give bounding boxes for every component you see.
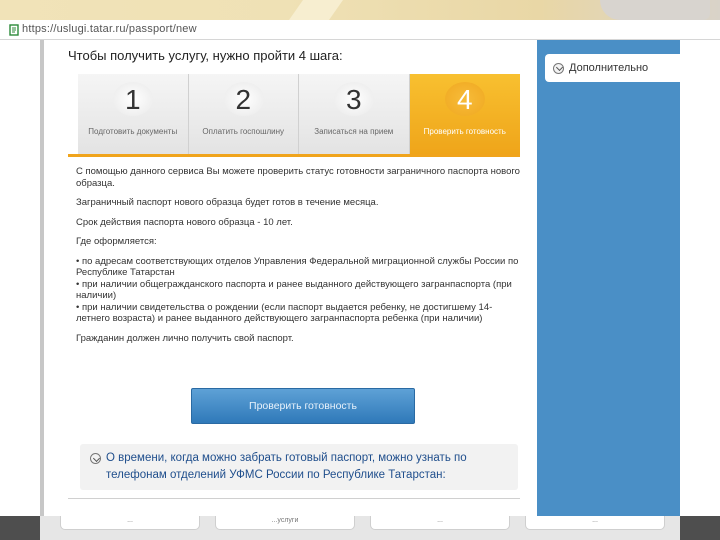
step-number: 4 — [456, 84, 473, 115]
service-description: С помощью данного сервиса Вы можете пров… — [76, 166, 522, 352]
readiness-text: Заграничный паспорт нового образца будет… — [76, 197, 379, 208]
step-number: 2 — [235, 84, 252, 115]
info-panel[interactable]: О времени, когда можно забрать готовый п… — [80, 444, 518, 490]
chevron-down-icon[interactable] — [90, 453, 101, 464]
step-label: Оплатить госпошлину — [202, 127, 285, 136]
step-4-active[interactable]: 4 Проверить готовность — [409, 74, 520, 154]
slide-decoration-right — [600, 0, 710, 20]
web-page: Чтобы получить услугу, нужно пройти 4 ша… — [40, 40, 695, 516]
address-url[interactable]: https://uslugi.tatar.ru/passport/new — [22, 23, 197, 35]
validity-text: Срок действия паспорта нового образца - … — [76, 216, 293, 228]
more-options-label: Дополнительно — [569, 62, 649, 74]
info-panel-text[interactable]: О времени, когда можно забрать готовый п… — [106, 450, 514, 484]
bottom-card[interactable]: ... — [370, 516, 510, 530]
bottom-card[interactable]: ... — [525, 516, 665, 530]
active-step-underline — [68, 154, 520, 157]
check-status-button[interactable]: Проверить готовность — [191, 388, 415, 424]
step-number: 1 — [124, 84, 141, 115]
step-1[interactable]: 1 Подготовить документы — [78, 74, 189, 154]
right-sidebar: Дополнительно — [537, 40, 695, 516]
step-label: Проверить готовность — [423, 127, 506, 136]
site-favicon-icon — [9, 24, 19, 36]
intro-text: С помощью данного сервиса Вы можете пров… — [76, 166, 520, 189]
where-heading: Где оформляется: — [76, 236, 157, 247]
main-column: Чтобы получить услугу, нужно пройти 4 ша… — [40, 40, 537, 516]
more-options-button[interactable]: Дополнительно — [545, 54, 695, 82]
step-3[interactable]: 3 Записаться на прием — [299, 74, 410, 154]
bullet-item: • по адресам соответствующих отделов Упр… — [76, 255, 519, 279]
step-2[interactable]: 2 Оплатить госпошлину — [188, 74, 299, 154]
page-headline: Чтобы получить услугу, нужно пройти 4 ша… — [68, 48, 343, 63]
bottom-card[interactable]: ... — [60, 516, 200, 530]
steps-bar: 1 Подготовить документы 2 Оплатить госпо… — [78, 74, 520, 154]
bullet-item: • при наличии общегражданского паспорта … — [76, 278, 512, 302]
personal-pickup-text: Гражданин должен лично получить свой пас… — [76, 332, 294, 344]
divider — [68, 498, 520, 499]
bottom-card[interactable]: ...услуги — [215, 516, 355, 530]
browser-address-bar[interactable]: https://uslugi.tatar.ru/passport/new — [0, 20, 720, 40]
step-label: Подготовить документы — [88, 127, 178, 136]
chevron-down-icon — [553, 62, 564, 74]
step-label: Записаться на прием — [314, 127, 394, 136]
bullet-item: • при наличии свидетельства о рождении (… — [76, 301, 493, 325]
step-number: 3 — [345, 84, 362, 115]
